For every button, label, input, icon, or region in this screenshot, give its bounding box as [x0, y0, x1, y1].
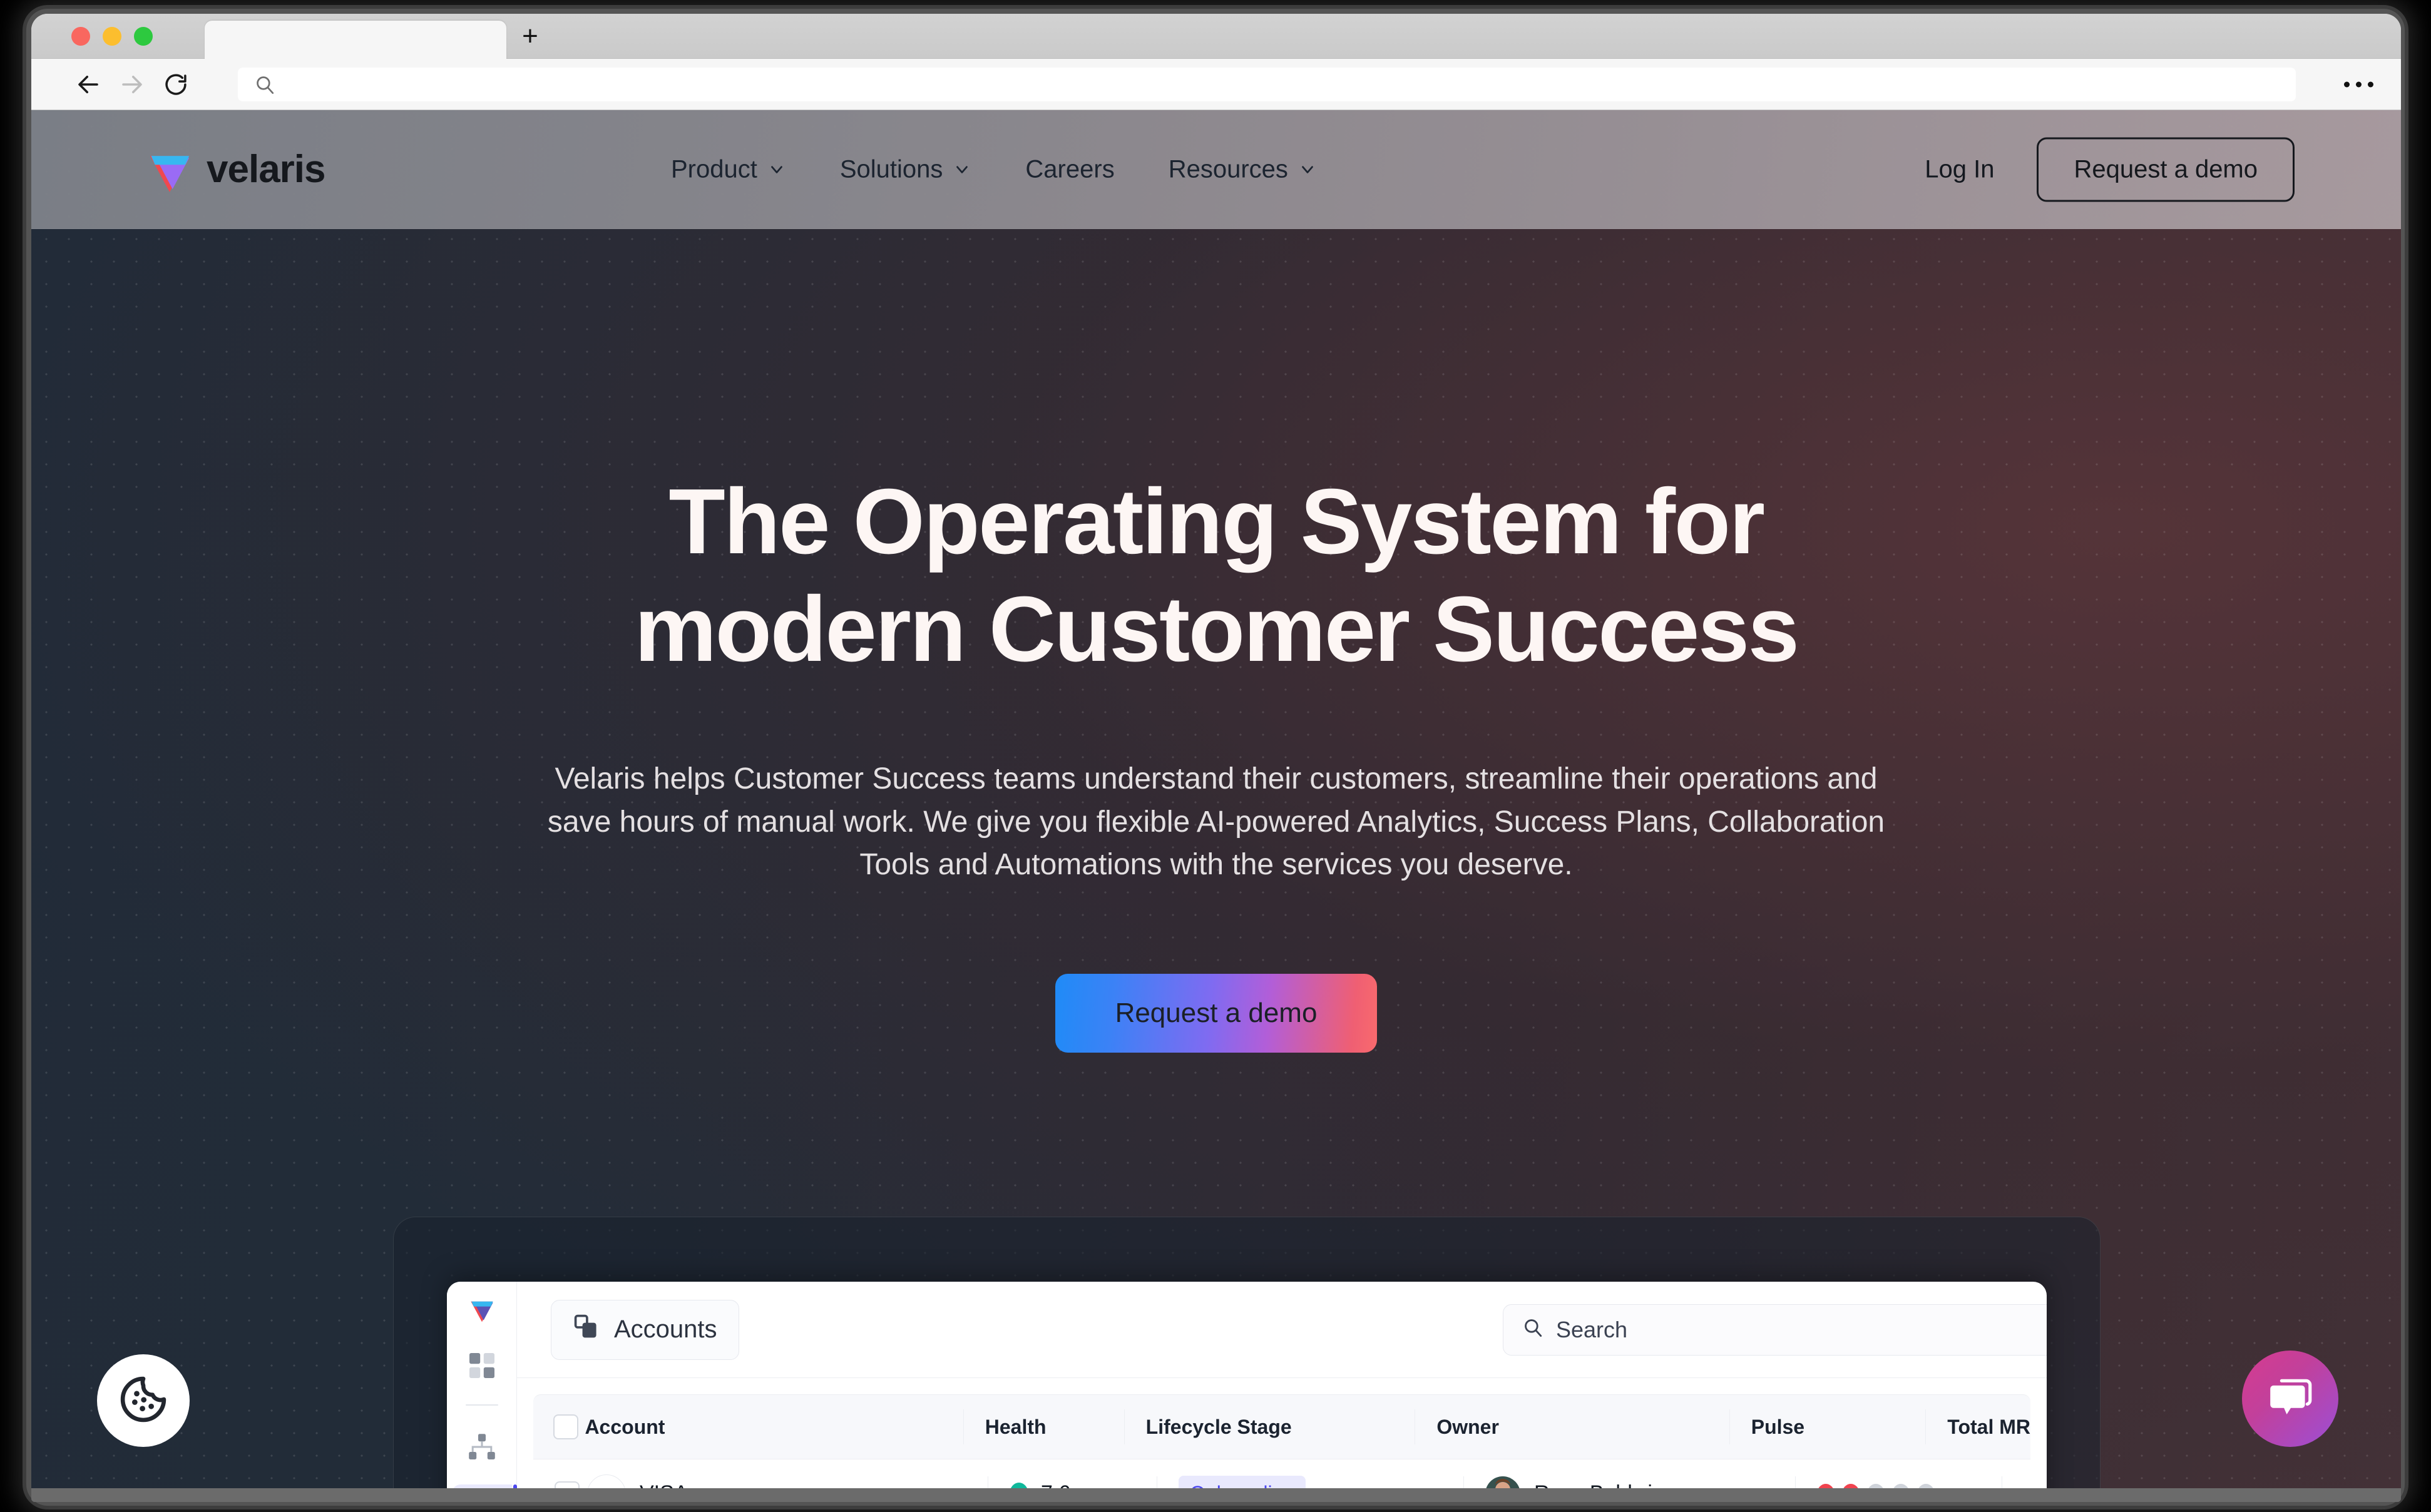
- header-request-demo-button[interactable]: Request a demo: [2037, 137, 2295, 202]
- main-navigation: Product Solutions Careers Resources: [671, 155, 1317, 183]
- column-header-owner[interactable]: Owner: [1415, 1409, 1729, 1444]
- column-header-pulse[interactable]: Pulse: [1729, 1409, 1926, 1444]
- chat-widget-button[interactable]: [2242, 1351, 2338, 1447]
- close-window-button[interactable]: [71, 26, 90, 46]
- nav-item-product[interactable]: Product: [671, 155, 786, 183]
- page-viewport: velaris Product Solutions Careers Resour…: [31, 110, 2401, 1502]
- chevron-down-icon: [1298, 160, 1317, 179]
- cookie-icon: [117, 1373, 170, 1429]
- headline-line-2: modern Customer Success: [634, 577, 1799, 681]
- velaris-triangle-logo-icon: [145, 145, 194, 194]
- forward-arrow-icon: [114, 66, 150, 103]
- chevron-down-icon: [767, 160, 786, 179]
- kebab-menu-icon[interactable]: [2344, 81, 2373, 87]
- nav-item-label: Careers: [1025, 155, 1115, 183]
- chevron-down-icon: [953, 160, 971, 179]
- browser-tabstrip: +: [31, 14, 2401, 59]
- search-icon: [1522, 1317, 1543, 1344]
- hero-subheading: Velaris helps Customer Success teams und…: [547, 762, 1885, 881]
- column-header-account[interactable]: Account: [585, 1416, 963, 1439]
- page-title: The Operating System for modern Customer…: [434, 229, 1999, 683]
- reload-icon[interactable]: [158, 66, 194, 103]
- new-tab-button[interactable]: +: [516, 20, 544, 51]
- minimize-window-button[interactable]: [103, 26, 121, 46]
- app-topbar: Accounts Search: [517, 1282, 2047, 1378]
- cookie-consent-button[interactable]: [97, 1354, 190, 1447]
- page-bottom-strip: [31, 1488, 2401, 1502]
- app-main-panel: Accounts Search Account Health Lifecycle…: [517, 1282, 2047, 1502]
- login-link[interactable]: Log In: [1925, 155, 1994, 183]
- header-actions: Log In Request a demo: [1925, 137, 2295, 202]
- brand-wordmark: velaris: [207, 147, 326, 191]
- app-screenshot: Accounts Search Account Health Lifecycle…: [447, 1282, 2047, 1502]
- table-header-row: Account Health Lifecycle Stage Owner Pul…: [533, 1394, 2030, 1459]
- app-search-input[interactable]: Search: [1503, 1304, 2047, 1356]
- sidebar-item-hierarchy[interactable]: [463, 1431, 501, 1463]
- accounts-table: Account Health Lifecycle Stage Owner Pul…: [517, 1394, 2047, 1502]
- address-bar[interactable]: [238, 68, 2296, 101]
- sidebar-divider: [465, 1404, 498, 1406]
- column-header-total-mrr[interactable]: Total MR: [1925, 1409, 2030, 1444]
- column-header-lifecycle-stage[interactable]: Lifecycle Stage: [1123, 1409, 1415, 1444]
- nav-item-careers[interactable]: Careers: [1025, 155, 1114, 183]
- column-header-health[interactable]: Health: [963, 1409, 1124, 1444]
- site-header: velaris Product Solutions Careers Resour…: [31, 110, 2401, 229]
- sidebar-velaris-logo-icon: [468, 1295, 496, 1323]
- headline-line-1: The Operating System for: [668, 470, 1765, 573]
- nav-item-solutions[interactable]: Solutions: [840, 155, 972, 183]
- chat-bubble-icon: [2265, 1372, 2316, 1426]
- browser-window: + velaris Product Solutions Careers Reso…: [31, 14, 2401, 1502]
- nav-item-label: Solutions: [839, 155, 943, 183]
- browser-tab[interactable]: [205, 21, 506, 59]
- app-tab-accounts[interactable]: Accounts: [551, 1299, 739, 1360]
- window-traffic-lights: [71, 26, 153, 46]
- select-all-checkbox[interactable]: [533, 1414, 585, 1439]
- nav-item-resources[interactable]: Resources: [1169, 155, 1317, 183]
- hero-section: The Operating System for modern Customer…: [31, 229, 2401, 1053]
- app-search-placeholder: Search: [1556, 1317, 1628, 1342]
- app-tab-label: Accounts: [614, 1315, 717, 1343]
- copy-stack-icon: [573, 1313, 600, 1347]
- brand-logo[interactable]: velaris: [145, 145, 326, 194]
- app-sidebar: [447, 1282, 517, 1502]
- sidebar-item-dashboard[interactable]: [463, 1349, 501, 1382]
- nav-item-label: Resources: [1168, 155, 1288, 183]
- new-tab-label: +: [522, 20, 538, 51]
- back-arrow-icon[interactable]: [70, 66, 106, 103]
- desktop-backdrop: + velaris Product Solutions Careers Reso…: [0, 0, 2431, 1512]
- maximize-window-button[interactable]: [134, 26, 153, 46]
- nav-item-label: Product: [671, 155, 757, 183]
- hero-request-demo-button[interactable]: Request a demo: [1055, 973, 1378, 1053]
- browser-toolbar: [31, 59, 2401, 110]
- search-icon: [254, 74, 275, 95]
- hero-cta-wrapper: Request a demo: [31, 973, 2401, 1053]
